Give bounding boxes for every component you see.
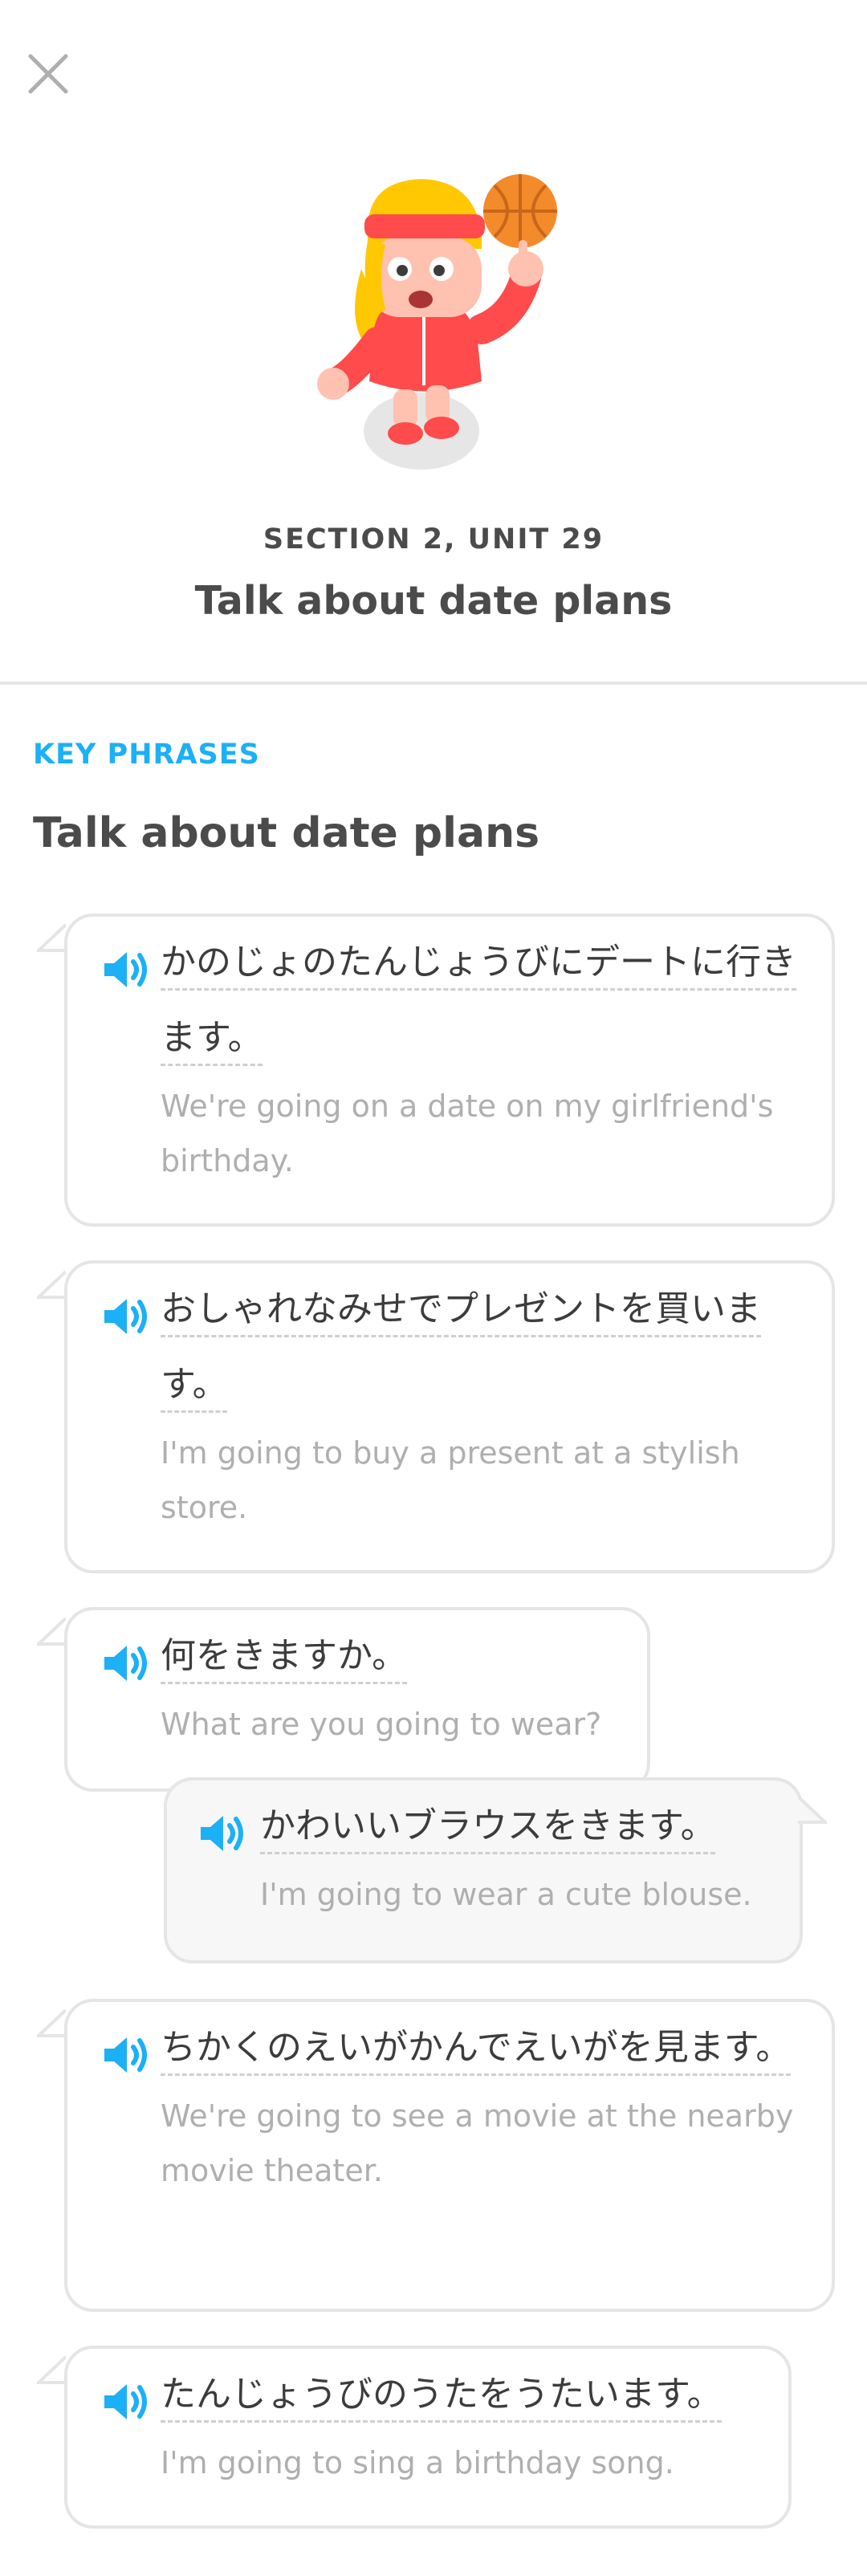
speaker-icon[interactable] — [100, 2379, 151, 2424]
phrase-bubble-2: おしゃれなみせでプレゼントを買います。 I'm going to buy a p… — [64, 1260, 835, 1573]
phrase-bubble-1: かのじょのたんじょうびにデートに行きます。 We're going on a d… — [64, 914, 835, 1227]
phrase-translation: I'm going to buy a present at a stylish … — [161, 1435, 740, 1525]
speaker-icon[interactable] — [100, 1294, 151, 1339]
speaker-icon[interactable] — [196, 1811, 247, 1856]
key-phrases-title: Talk about date plans — [33, 809, 540, 857]
phrase-bubble-6: たんじょうびのうたをうたいます。 I'm going to sing a bir… — [64, 2346, 792, 2529]
section-label: SECTION 2, UNIT 29 — [263, 523, 604, 555]
character-illustration — [317, 174, 557, 470]
bubble-tail — [37, 923, 66, 952]
phrase-japanese[interactable]: かわいいブラウスをきます。 — [260, 1789, 772, 1864]
key-phrases-label: KEY PHRASES — [33, 739, 260, 771]
phrase-japanese[interactable]: かのじょのたんじょうびにデートに行きます。 — [161, 925, 804, 1076]
phrase-translation: We're going on a date on my girlfriend's… — [161, 1089, 774, 1178]
speaker-icon[interactable] — [100, 947, 151, 992]
phrase-bubble-4: かわいいブラウスをきます。 I'm going to wear a cute b… — [164, 1777, 803, 1964]
speaker-icon[interactable] — [100, 2033, 151, 2077]
bubble-tail — [37, 1617, 66, 1646]
phrase-bubble-3: 何をきますか。 What are you going to wear? — [64, 1607, 650, 1792]
phrase-bubble-5: ちかくのえいがかんでえいがを見ます。 We're going to see a … — [64, 1999, 835, 2312]
unit-title: Talk about date plans — [194, 578, 673, 624]
bubble-tail — [37, 2008, 66, 2037]
close-icon[interactable] — [24, 50, 72, 98]
phrase-japanese[interactable]: たんじょうびのうたをうたいます。 — [161, 2357, 761, 2432]
phrase-japanese[interactable]: おしゃれなみせでプレゼントを買います。 — [161, 1272, 804, 1422]
phrase-translation: What are you going to wear? — [161, 1707, 602, 1742]
phrase-japanese[interactable]: 何をきますか。 — [161, 1618, 620, 1694]
bubble-tail — [37, 2355, 66, 2384]
phrase-translation: We're going to see a movie at the nearby… — [161, 2098, 794, 2188]
phrase-japanese[interactable]: ちかくのえいがかんでえいがを見ます。 — [161, 2010, 804, 2086]
bubble-tail — [798, 1795, 827, 1824]
phrase-translation: I'm going to sing a birthday song. — [161, 2445, 674, 2480]
phrase-translation: I'm going to wear a cute blouse. — [260, 1877, 752, 1912]
speaker-icon[interactable] — [100, 1641, 151, 1686]
divider — [0, 682, 867, 685]
bubble-tail — [37, 1270, 66, 1299]
